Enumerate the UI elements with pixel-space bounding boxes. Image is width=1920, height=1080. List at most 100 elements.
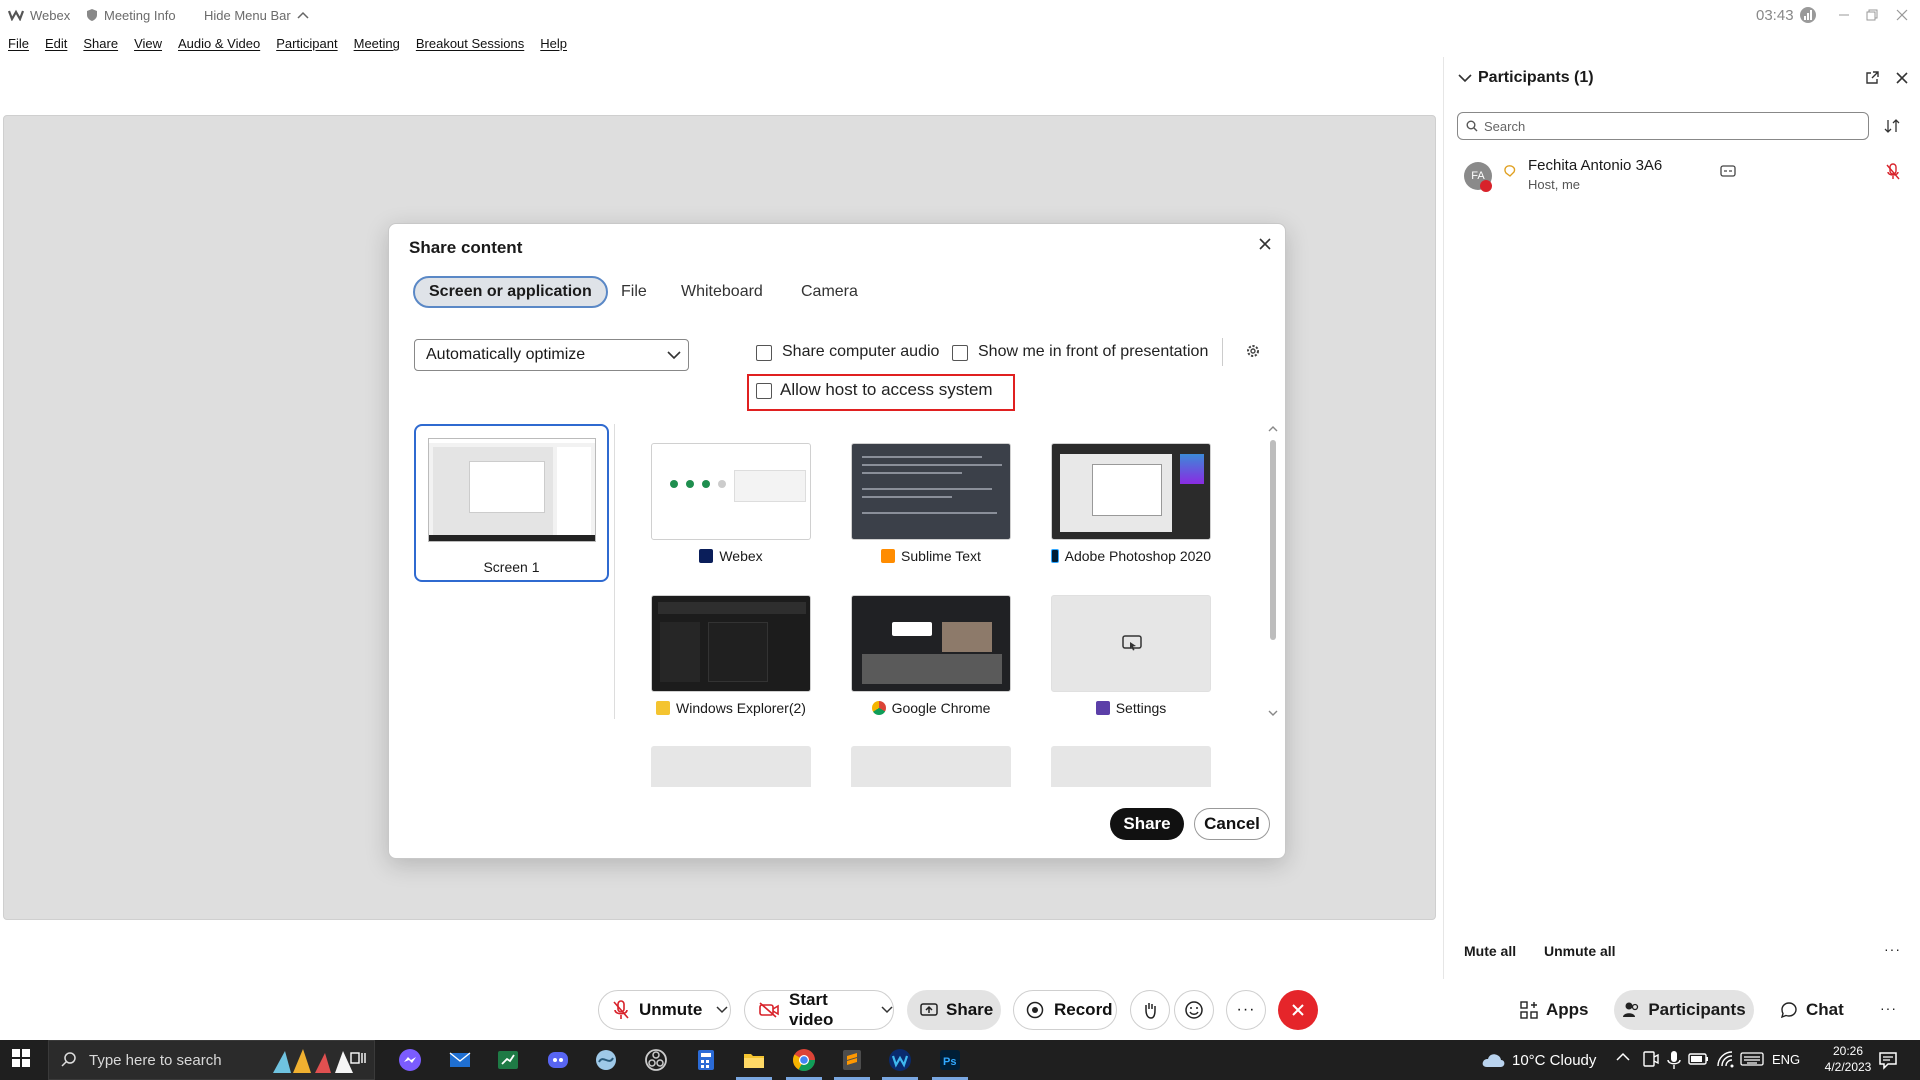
chrome-icon[interactable] (792, 1048, 816, 1072)
photoshop-thumbnail[interactable] (1051, 443, 1211, 540)
minimize-icon[interactable] (1838, 0, 1850, 30)
messenger-icon[interactable] (398, 1048, 422, 1072)
tab-file[interactable]: File (621, 276, 647, 308)
start-video-button[interactable]: Start video (744, 990, 894, 1030)
calculator-icon[interactable] (694, 1048, 718, 1072)
chat-button[interactable]: Chat (1780, 1000, 1844, 1020)
settings-thumbnail[interactable] (1051, 595, 1211, 692)
search-placeholder: Search (1484, 118, 1526, 134)
chevron-down-icon[interactable] (881, 1006, 893, 1014)
wifi-icon[interactable] (1716, 1050, 1740, 1074)
network-stats-icon[interactable] (1800, 0, 1816, 30)
clock[interactable]: 20:26 4/2/2023 (1816, 1043, 1880, 1075)
chrome-thumbnail[interactable] (851, 595, 1011, 692)
gear-icon[interactable] (1245, 343, 1261, 359)
webex-icon (699, 549, 714, 563)
close-icon[interactable] (1257, 236, 1273, 252)
excel-icon[interactable] (496, 1048, 520, 1072)
record-button[interactable]: Record (1013, 990, 1117, 1030)
scroll-down-icon[interactable] (1267, 708, 1279, 718)
people-icon (1622, 1001, 1640, 1019)
app-icon[interactable] (594, 1048, 618, 1072)
share-toolbar-button[interactable]: Share (907, 990, 1001, 1030)
show-me-checkbox[interactable] (952, 345, 968, 361)
share-button[interactable]: Share (1110, 808, 1184, 840)
weather-widget[interactable]: 10°C Cloudy (1480, 1040, 1596, 1080)
tab-whiteboard[interactable]: Whiteboard (681, 276, 763, 308)
more-options-icon[interactable]: ··· (1884, 941, 1901, 957)
pop-out-icon[interactable] (1865, 71, 1879, 85)
unmute-all-button[interactable]: Unmute all (1544, 943, 1616, 959)
photoshop-icon[interactable]: Ps (938, 1048, 962, 1072)
meeting-info-button[interactable]: Meeting Info (86, 0, 176, 30)
discord-icon[interactable] (546, 1048, 570, 1072)
menu-edit[interactable]: Edit (37, 32, 75, 56)
app-thumbnail-placeholder[interactable] (651, 746, 811, 788)
sort-icon[interactable] (1884, 118, 1900, 134)
menu-meeting[interactable]: Meeting (346, 32, 408, 56)
obs-icon[interactable] (644, 1048, 668, 1072)
close-icon (1292, 1004, 1304, 1016)
tab-screen-or-application[interactable]: Screen or application (413, 276, 608, 308)
screen-1-card[interactable]: Screen 1 (414, 424, 609, 582)
task-view-icon[interactable] (348, 1048, 372, 1072)
menu-view[interactable]: View (126, 32, 170, 56)
share-audio-checkbox[interactable] (756, 345, 772, 361)
sublime-thumbnail[interactable] (851, 443, 1011, 540)
app-settings[interactable]: Settings (1051, 700, 1211, 716)
cancel-button[interactable]: Cancel (1194, 808, 1270, 840)
apps-button[interactable]: Apps (1520, 1000, 1589, 1020)
battery-icon[interactable] (1688, 1052, 1712, 1076)
menu-share[interactable]: Share (75, 32, 126, 56)
file-explorer-icon[interactable] (742, 1048, 766, 1072)
tab-camera[interactable]: Camera (801, 276, 858, 308)
chevron-down-icon[interactable] (716, 1006, 728, 1014)
end-call-button[interactable] (1278, 990, 1318, 1030)
taskbar-search-input[interactable]: Type here to search (48, 1040, 375, 1080)
participant-row[interactable]: FA Fechita Antonio 3A6 Host, me (1444, 152, 1920, 204)
more-button[interactable]: ··· (1226, 990, 1266, 1030)
scrollbar[interactable] (1267, 424, 1279, 719)
more-options-icon[interactable]: ··· (1880, 1000, 1897, 1016)
close-window-icon[interactable] (1896, 0, 1908, 30)
scrollbar-thumb[interactable] (1270, 440, 1276, 640)
menu-participant[interactable]: Participant (268, 32, 345, 56)
app-thumbnail-placeholder[interactable] (1051, 746, 1211, 788)
chevron-up-icon[interactable] (1616, 1052, 1640, 1076)
meet-now-icon[interactable] (1642, 1050, 1666, 1074)
notification-icon[interactable] (1878, 1050, 1902, 1074)
restore-icon[interactable] (1866, 0, 1878, 30)
optimize-dropdown[interactable]: Automatically optimize (414, 339, 689, 371)
app-sublime-text[interactable]: Sublime Text (851, 548, 1011, 564)
keyboard-icon[interactable] (1740, 1052, 1764, 1076)
mail-icon[interactable] (448, 1048, 472, 1072)
search-input[interactable]: Search (1457, 112, 1869, 140)
scroll-up-icon[interactable] (1267, 424, 1279, 434)
mute-all-button[interactable]: Mute all (1464, 943, 1516, 959)
app-google-chrome[interactable]: Google Chrome (851, 700, 1011, 716)
app-adobe-photoshop[interactable]: Adobe Photoshop 2020 (1051, 548, 1211, 564)
app-webex[interactable]: Webex (651, 548, 811, 564)
explorer-thumbnail[interactable] (651, 595, 811, 692)
raise-hand-button[interactable] (1130, 990, 1170, 1030)
windows-start-icon[interactable] (11, 1048, 35, 1072)
hide-menu-bar-button[interactable]: Hide Menu Bar (204, 0, 309, 30)
webex-thumbnail[interactable] (651, 443, 811, 540)
reactions-button[interactable] (1174, 990, 1214, 1030)
chevron-down-icon[interactable] (1458, 73, 1472, 83)
language-indicator[interactable]: ENG (1772, 1040, 1800, 1080)
sublime-icon[interactable] (840, 1048, 864, 1072)
unmute-button[interactable]: Unmute (598, 990, 731, 1030)
app-thumbnail-placeholder[interactable] (851, 746, 1011, 788)
participants-button[interactable]: Participants (1614, 990, 1754, 1030)
menu-file[interactable]: File (0, 32, 37, 56)
menu-help[interactable]: Help (532, 32, 575, 56)
app-windows-explorer[interactable]: Windows Explorer(2) (651, 700, 811, 716)
close-panel-icon[interactable] (1895, 71, 1909, 85)
menu-audio-video[interactable]: Audio & Video (170, 32, 268, 56)
muted-mic-icon[interactable] (1885, 163, 1901, 181)
allow-host-checkbox[interactable] (756, 383, 772, 399)
menu-bar: File Edit Share View Audio & Video Parti… (0, 32, 575, 56)
menu-breakout-sessions[interactable]: Breakout Sessions (408, 32, 532, 56)
webex-icon[interactable] (888, 1048, 912, 1072)
